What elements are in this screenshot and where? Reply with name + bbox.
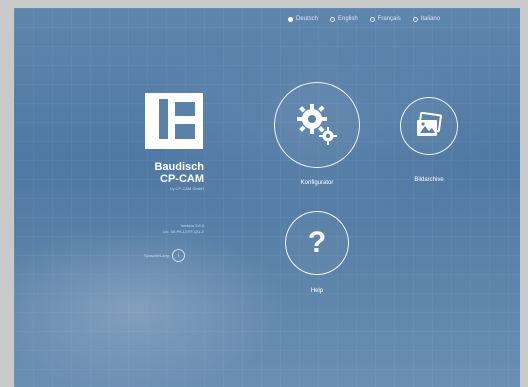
konfigurator-circle[interactable]	[274, 82, 360, 168]
language-option-italiano[interactable]: Italiano	[412, 16, 441, 22]
tile-bildarchive[interactable]: Bildarchive	[394, 97, 464, 183]
tile-label-bildarchive: Bildarchive	[414, 177, 444, 183]
background-grid	[14, 8, 520, 387]
brand-tagline: by CP-CAM GmbH	[170, 186, 204, 191]
license-line: Lic. 39-PKJ-SYF-QU-Z	[163, 229, 204, 234]
language-button-label: Sprache/Lang	[144, 253, 169, 258]
language-label: English	[338, 16, 358, 22]
language-button[interactable]: Sprache/Lang i	[144, 249, 185, 262]
language-option-francais[interactable]: Français	[369, 16, 401, 22]
gears-icon	[297, 104, 337, 145]
main-screen: Deutsch English Français Italiano Baudis…	[14, 8, 520, 387]
radio-icon[interactable]	[412, 16, 418, 22]
tile-konfigurator[interactable]: Konfigurator	[272, 82, 362, 192]
version-info: Version 3.6.0 Lic. 39-PKJ-SYF-QU-Z	[114, 223, 204, 235]
company-logo-icon	[145, 93, 203, 149]
tile-help[interactable]: ? Help	[282, 211, 352, 301]
tile-label-konfigurator: Konfigurator	[300, 180, 334, 186]
question-mark-icon: ?	[307, 226, 327, 259]
brand-text: Baudisch CP-CAM by CP-CAM GmbH	[132, 161, 204, 192]
radio-icon[interactable]	[330, 16, 336, 22]
brand-product: CP-CAM	[160, 173, 204, 185]
bildarchive-circle[interactable]	[400, 97, 458, 155]
language-label: Deutsch	[296, 16, 319, 22]
language-option-english[interactable]: English	[330, 16, 358, 22]
language-info-icon[interactable]: i	[171, 249, 185, 262]
language-label: Français	[377, 16, 401, 22]
radio-icon[interactable]	[369, 16, 375, 22]
language-label: Italiano	[420, 16, 441, 22]
photo-album-icon	[417, 112, 442, 136]
tile-label-help: Help	[310, 288, 324, 294]
radio-selected-icon[interactable]	[288, 16, 293, 22]
language-option-deutsch[interactable]: Deutsch	[288, 16, 318, 22]
help-circle[interactable]: ?	[285, 211, 349, 275]
language-bar: Deutsch English Français Italiano	[288, 16, 440, 22]
brand-name: Baudisch	[154, 161, 204, 173]
